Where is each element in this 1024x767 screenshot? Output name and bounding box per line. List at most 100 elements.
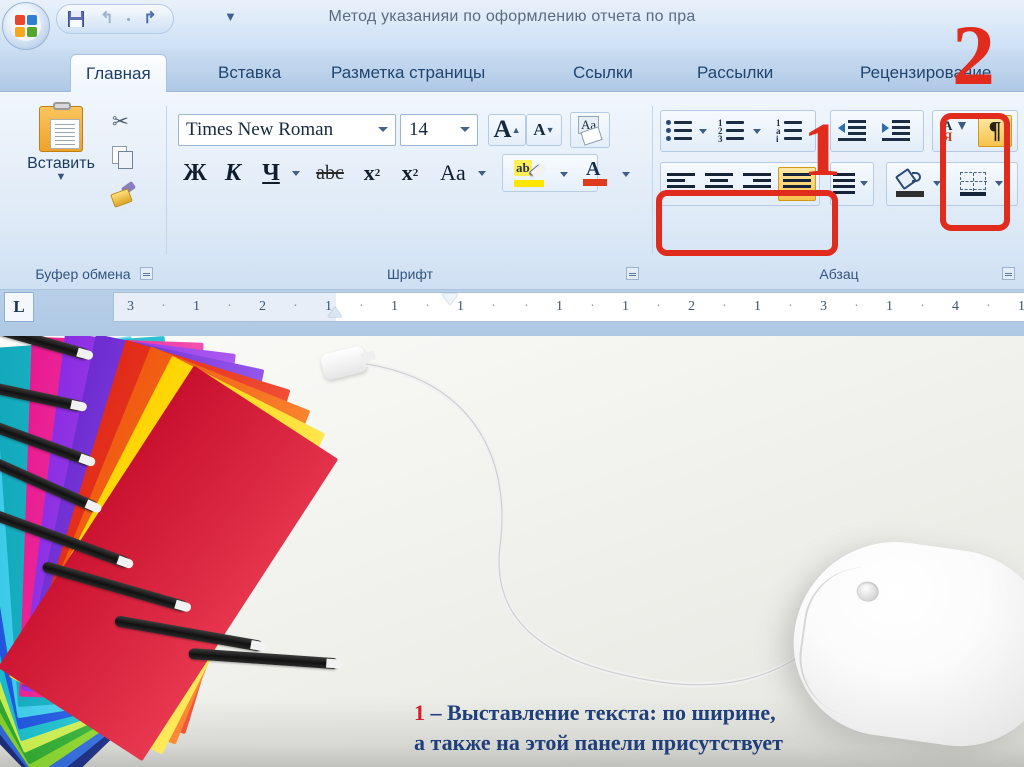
sort-az-icon: A Я [942,119,966,143]
ruler-tick: · [425,299,430,314]
line-spacing-button[interactable] [832,170,858,198]
multilevel-list-icon: 1ai [775,119,803,144]
ribbon: Вставить ▼ ✂ Буфер обмена Times New Roma… [0,92,1024,290]
tab-references[interactable]: Ссылки [558,54,648,92]
change-case-dropdown-icon[interactable] [474,162,490,184]
clipboard-sheet-icon [50,119,80,149]
bold-button[interactable]: Ж [178,156,212,190]
underline-button[interactable]: Ч [254,156,288,190]
superscript-button[interactable]: x2 [392,156,428,190]
tab-review[interactable]: Рецензирование [845,54,1006,92]
strikethrough-label: abc [316,161,344,184]
font-dialog-launcher-icon[interactable] [626,267,639,280]
highlight-color-bar [514,180,544,187]
tab-insert[interactable]: Вставка [203,54,296,92]
align-justify-button[interactable] [778,167,816,201]
ruler-tick: 2 [259,299,266,314]
font-size-combobox[interactable]: 14 [400,114,478,146]
orb-quadrant-yellow [15,27,25,37]
font-name-value: Times New Roman [186,119,334,140]
font-name-caret-icon[interactable] [378,127,388,132]
align-left-button[interactable] [664,170,698,198]
ruler-tick: · [986,299,991,314]
highlight-dropdown-icon[interactable] [556,164,572,184]
scissors-icon: ✂ [112,111,129,133]
chevron-down-icon [753,128,761,134]
ribbon-tab-strip: Главная Вставка Разметка страницы Ссылки… [0,50,1024,92]
ruler-tick: · [788,299,793,314]
decrease-indent-button[interactable] [836,118,868,144]
multilevel-list-button[interactable]: 1ai [774,118,804,144]
slide-text-block: 1 – Выставление текста: по ширине, а так… [414,698,1018,767]
borders-button[interactable] [958,170,988,198]
shading-button[interactable] [894,167,926,198]
clipboard-dialog-launcher-icon[interactable] [140,267,153,280]
clear-formatting-icon [576,116,604,144]
chevron-down-icon [478,170,486,176]
horizontal-ruler[interactable]: 3·1·2·1·1·1··1·1·2·1·3·1·4·1·5·1·6·1·7·1… [113,292,1024,322]
paste-button[interactable]: Вставить ▼ [18,102,104,183]
subscript-button[interactable]: x2 [354,156,390,190]
left-indent-marker[interactable] [328,307,342,317]
line-spacing-dropdown-icon[interactable] [857,176,871,190]
underline-label: Ч [262,159,280,186]
chevron-down-icon [995,180,1003,186]
bullets-dropdown-icon[interactable] [696,124,710,138]
ruler-tick: · [524,299,529,314]
align-center-icon [705,173,733,195]
italic-label: К [224,159,242,186]
clipboard-icon [39,102,83,152]
cut-button[interactable]: ✂ [112,108,140,138]
ruler-tick: · [722,299,727,314]
increase-indent-button[interactable] [880,118,912,144]
paragraph-dialog-launcher-icon[interactable] [1002,267,1015,280]
shading-color-bar [896,191,924,197]
clear-formatting-button[interactable] [570,112,610,148]
chevron-down-icon [860,180,868,186]
align-right-button[interactable] [740,170,774,198]
slide-line-1: 1 – Выставление текста: по ширине, [414,698,1018,728]
font-size-caret-icon[interactable] [460,127,470,132]
title-bar: ↰ ↱ ▼ Метод указанияи по оформлению отче… [0,0,1024,50]
italic-button[interactable]: К [216,156,250,190]
numbered-list-icon: 123 [717,119,745,144]
tab-stop-selector[interactable]: L [4,292,34,322]
shading-dropdown-icon[interactable] [930,176,944,190]
font-name-combobox[interactable]: Times New Roman [178,114,396,146]
shrink-font-button[interactable]: A ▼ [526,114,562,146]
ruler-tick: · [491,299,496,314]
borders-dropdown-icon[interactable] [992,176,1006,190]
first-line-indent-marker[interactable] [442,294,458,305]
change-case-button[interactable]: Aa [432,156,474,190]
format-painter-button[interactable] [112,184,140,214]
bold-label: Ж [183,159,207,186]
grow-font-button[interactable]: A ▲ [488,114,526,146]
highlighter-icon: ab [514,159,544,187]
change-case-label: Aa [440,160,466,185]
borders-bottom-line-icon [960,192,986,196]
numbering-dropdown-icon[interactable] [750,124,764,138]
tab-page-layout[interactable]: Разметка страницы [316,54,500,92]
slide-marker-1: 1 [414,700,425,725]
font-color-button[interactable]: A [574,156,616,190]
tab-mailings[interactable]: Рассылки [682,54,788,92]
sort-button[interactable]: A Я [940,118,968,144]
slide-photo-area: 1 – Выставление текста: по ширине, а так… [0,336,1024,767]
group-divider-1 [166,106,167,254]
font-color-dropdown-icon[interactable] [618,164,634,184]
font-color-bar [583,179,607,186]
numbering-button[interactable]: 123 [716,118,746,144]
tab-home[interactable]: Главная [70,54,167,92]
strikethrough-button[interactable]: abc [310,156,350,190]
ruler-tick: 1 [193,299,200,314]
align-center-button[interactable] [702,170,736,198]
ruler-tick: 1 [391,299,398,314]
show-formatting-marks-button[interactable]: ¶ [978,115,1012,147]
bullets-button[interactable] [664,118,694,144]
copy-button[interactable] [112,146,140,176]
text-highlight-button[interactable]: ab [506,156,552,190]
underline-dropdown-icon[interactable] [288,162,304,184]
chevron-down-icon [622,171,630,177]
ruler-tick: · [590,299,595,314]
ruler-tick: · [359,299,364,314]
